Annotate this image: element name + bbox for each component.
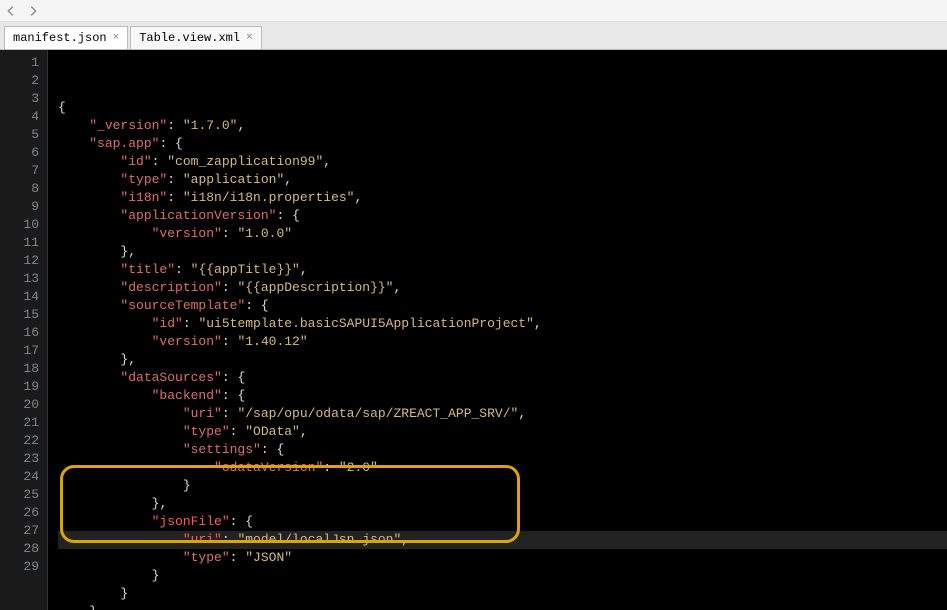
code-line[interactable]: "version": "1.0.0" (58, 225, 947, 243)
code-line[interactable]: "id": "com_zapplication99", (58, 153, 947, 171)
code-line[interactable]: } (58, 477, 947, 495)
code-line[interactable]: "jsonFile": { (58, 513, 947, 531)
line-number-gutter: 1234567891011121314151617181920212223242… (0, 50, 48, 610)
code-line[interactable]: "backend": { (58, 387, 947, 405)
code-line[interactable]: "dataSources": { (58, 369, 947, 387)
code-line[interactable]: "applicationVersion": { (58, 207, 947, 225)
code-line[interactable]: "type": "OData", (58, 423, 947, 441)
code-area[interactable]: { "_version": "1.7.0", "sap.app": { "id"… (48, 50, 947, 610)
tab-label: manifest.json (13, 31, 107, 45)
line-number: 14 (0, 288, 39, 306)
tab-label: Table.view.xml (139, 31, 240, 45)
line-number: 5 (0, 126, 39, 144)
code-line[interactable]: }, (58, 351, 947, 369)
line-number: 17 (0, 342, 39, 360)
code-line[interactable]: "version": "1.40.12" (58, 333, 947, 351)
tab-manifest-json[interactable]: manifest.json × (4, 26, 128, 49)
code-editor[interactable]: 1234567891011121314151617181920212223242… (0, 50, 947, 610)
code-line[interactable]: "sap.app": { (58, 135, 947, 153)
code-line[interactable]: "sourceTemplate": { (58, 297, 947, 315)
line-number: 24 (0, 468, 39, 486)
code-line[interactable]: } (58, 567, 947, 585)
line-number: 3 (0, 90, 39, 108)
forward-button[interactable] (26, 4, 40, 18)
code-line[interactable]: "odataVersion": "2.0" (58, 459, 947, 477)
line-number: 27 (0, 522, 39, 540)
code-line[interactable]: "id": "ui5template.basicSAPUI5Applicatio… (58, 315, 947, 333)
code-line[interactable]: }, (58, 603, 947, 610)
line-number: 4 (0, 108, 39, 126)
line-number: 18 (0, 360, 39, 378)
line-number: 6 (0, 144, 39, 162)
line-number: 22 (0, 432, 39, 450)
line-number: 12 (0, 252, 39, 270)
code-line[interactable]: "type": "application", (58, 171, 947, 189)
back-button[interactable] (4, 4, 18, 18)
code-line[interactable]: "type": "JSON" (58, 549, 947, 567)
line-number: 23 (0, 450, 39, 468)
line-number: 16 (0, 324, 39, 342)
tab-table-view-xml[interactable]: Table.view.xml × (130, 26, 261, 49)
arrow-right-icon (26, 4, 40, 18)
code-line[interactable]: "description": "{{appDescription}}", (58, 279, 947, 297)
tab-bar: manifest.json × Table.view.xml × (0, 22, 947, 50)
code-line[interactable]: "uri": "model/localJsn.json", (58, 531, 947, 549)
code-line[interactable]: }, (58, 495, 947, 513)
code-line[interactable]: "uri": "/sap/opu/odata/sap/ZREACT_APP_SR… (58, 405, 947, 423)
line-number: 9 (0, 198, 39, 216)
code-line[interactable]: } (58, 585, 947, 603)
line-number: 29 (0, 558, 39, 576)
line-number: 20 (0, 396, 39, 414)
line-number: 15 (0, 306, 39, 324)
line-number: 26 (0, 504, 39, 522)
code-line[interactable]: "_version": "1.7.0", (58, 117, 947, 135)
line-number: 25 (0, 486, 39, 504)
line-number: 13 (0, 270, 39, 288)
code-line[interactable]: "i18n": "i18n/i18n.properties", (58, 189, 947, 207)
close-icon[interactable]: × (113, 32, 120, 44)
line-number: 28 (0, 540, 39, 558)
code-line[interactable]: "title": "{{appTitle}}", (58, 261, 947, 279)
line-number: 19 (0, 378, 39, 396)
line-number: 21 (0, 414, 39, 432)
line-number: 8 (0, 180, 39, 198)
close-icon[interactable]: × (246, 32, 253, 44)
line-number: 2 (0, 72, 39, 90)
toolbar (0, 0, 947, 22)
code-line[interactable]: { (58, 99, 947, 117)
arrow-left-icon (4, 4, 18, 18)
line-number: 11 (0, 234, 39, 252)
line-number: 7 (0, 162, 39, 180)
code-line[interactable]: }, (58, 243, 947, 261)
line-number: 10 (0, 216, 39, 234)
code-line[interactable]: "settings": { (58, 441, 947, 459)
line-number: 1 (0, 54, 39, 72)
